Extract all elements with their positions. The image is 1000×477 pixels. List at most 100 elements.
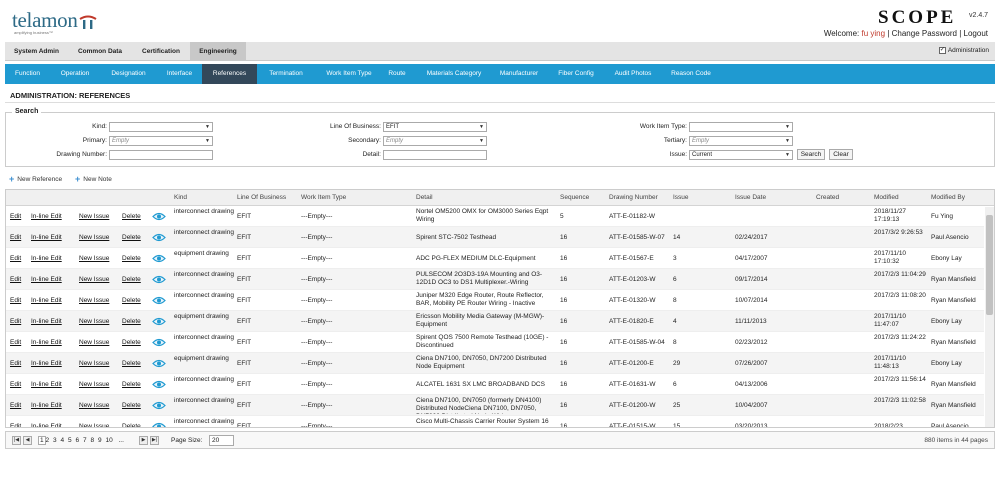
line-of-business-select[interactable]: EFIT ▼ <box>383 122 487 132</box>
tab-engineering[interactable]: Engineering <box>190 42 246 61</box>
new-issue-link[interactable]: New Issue <box>79 381 109 388</box>
kind-select[interactable]: ▼ <box>109 122 213 132</box>
page-number-link[interactable]: 9 <box>98 437 102 444</box>
page-number-link[interactable]: 2 <box>46 437 50 444</box>
table-row[interactable]: Edit In-line Edit New Issue Delete equipment… <box>6 311 984 332</box>
delete-link[interactable]: Delete <box>122 255 141 262</box>
detail-input[interactable] <box>383 150 487 160</box>
table-row[interactable]: Edit In-line Edit New Issue Delete interconn… <box>6 269 984 290</box>
issue-select[interactable]: Current ▼ <box>689 150 793 160</box>
new-issue-link[interactable]: New Issue <box>79 234 109 241</box>
grid-scrollbar[interactable] <box>985 207 994 427</box>
table-row[interactable]: Edit In-line Edit New Issue Delete interconn… <box>6 374 984 395</box>
tertiary-select[interactable]: Empty ▼ <box>689 136 793 146</box>
inline-edit-link[interactable]: In-line Edit <box>31 381 62 388</box>
new-issue-link[interactable]: New Issue <box>79 276 109 283</box>
delete-link[interactable]: Delete <box>122 381 141 388</box>
column-header-drawing-number[interactable]: Drawing Number <box>609 194 658 201</box>
nav-references[interactable]: References <box>202 64 257 84</box>
column-header-issue[interactable]: Issue <box>673 194 689 201</box>
inline-edit-link[interactable]: In-line Edit <box>31 318 62 325</box>
inline-edit-link[interactable]: In-line Edit <box>31 297 62 304</box>
nav-reason-code[interactable]: Reason Code <box>666 64 716 84</box>
view-eye-icon[interactable] <box>152 233 166 242</box>
new-issue-link[interactable]: New Issue <box>79 318 109 325</box>
new-issue-link[interactable]: New Issue <box>79 402 109 409</box>
primary-select[interactable]: Empty ▼ <box>109 136 213 146</box>
edit-link[interactable]: Edit <box>10 255 21 262</box>
tab-certification[interactable]: Certification <box>132 42 190 61</box>
change-password-link[interactable]: | Change Password <box>887 29 957 38</box>
column-header-detail[interactable]: Detail <box>416 194 433 201</box>
inline-edit-link[interactable]: In-line Edit <box>31 255 62 262</box>
view-eye-icon[interactable] <box>152 401 166 410</box>
delete-link[interactable]: Delete <box>122 423 141 427</box>
new-issue-link[interactable]: New Issue <box>79 213 109 220</box>
scrollbar-thumb[interactable] <box>986 215 993 315</box>
inline-edit-link[interactable]: In-line Edit <box>31 276 62 283</box>
page-number-link[interactable]: 4 <box>61 437 65 444</box>
clear-button[interactable]: Clear <box>829 149 853 160</box>
view-eye-icon[interactable] <box>152 254 166 263</box>
tab-common-data[interactable]: Common Data <box>68 42 132 61</box>
view-eye-icon[interactable] <box>152 317 166 326</box>
page-number-link[interactable]: ... <box>119 437 124 444</box>
table-row[interactable]: Edit In-line Edit New Issue Delete interconn… <box>6 416 984 427</box>
search-button[interactable]: Search <box>797 149 825 160</box>
column-header-modified-by[interactable]: Modified By <box>931 194 965 201</box>
nav-function[interactable]: Function <box>5 64 50 84</box>
column-header-line-of-business[interactable]: Line Of Business <box>237 194 286 201</box>
column-header-sequence[interactable]: Sequence <box>560 194 589 201</box>
nav-termination[interactable]: Termination <box>257 64 315 84</box>
next-page-button[interactable]: ▶ <box>139 436 148 445</box>
edit-link[interactable]: Edit <box>10 381 21 388</box>
nav-materials-category[interactable]: Materials Category <box>419 64 489 84</box>
table-row[interactable]: Edit In-line Edit New Issue Delete interconn… <box>6 206 984 227</box>
inline-edit-link[interactable]: In-line Edit <box>31 402 62 409</box>
new-issue-link[interactable]: New Issue <box>79 297 109 304</box>
column-header-work-item-type[interactable]: Work Item Type <box>301 194 346 201</box>
table-row[interactable]: Edit In-line Edit New Issue Delete interconn… <box>6 395 984 416</box>
table-row[interactable]: Edit In-line Edit New Issue Delete equipment… <box>6 248 984 269</box>
delete-link[interactable]: Delete <box>122 318 141 325</box>
edit-link[interactable]: Edit <box>10 213 21 220</box>
page-number-link[interactable]: 1 <box>38 436 46 445</box>
edit-link[interactable]: Edit <box>10 318 21 325</box>
new-issue-link[interactable]: New Issue <box>79 423 109 427</box>
page-number-link[interactable]: 3 <box>53 437 57 444</box>
table-row[interactable]: Edit In-line Edit New Issue Delete interconn… <box>6 227 984 248</box>
column-header-kind[interactable]: Kind <box>174 194 187 201</box>
edit-link[interactable]: Edit <box>10 276 21 283</box>
drawing-number-input[interactable] <box>109 150 213 160</box>
inline-edit-link[interactable]: In-line Edit <box>31 423 62 427</box>
view-eye-icon[interactable] <box>152 338 166 347</box>
delete-link[interactable]: Delete <box>122 213 141 220</box>
new-issue-link[interactable]: New Issue <box>79 255 109 262</box>
delete-link[interactable]: Delete <box>122 234 141 241</box>
tab-system-admin[interactable]: System Admin <box>5 42 68 61</box>
secondary-select[interactable]: Empty ▼ <box>383 136 487 146</box>
view-eye-icon[interactable] <box>152 296 166 305</box>
nav-fiber-config[interactable]: Fiber Config <box>553 64 599 84</box>
inline-edit-link[interactable]: In-line Edit <box>31 213 62 220</box>
nav-operation[interactable]: Operation <box>50 64 100 84</box>
view-eye-icon[interactable] <box>152 212 166 221</box>
edit-link[interactable]: Edit <box>10 339 21 346</box>
edit-link[interactable]: Edit <box>10 402 21 409</box>
prev-page-button[interactable]: ◀ <box>23 436 32 445</box>
delete-link[interactable]: Delete <box>122 402 141 409</box>
table-row[interactable]: Edit In-line Edit New Issue Delete interconn… <box>6 332 984 353</box>
page-number-link[interactable]: 5 <box>68 437 72 444</box>
nav-route[interactable]: Route <box>383 64 411 84</box>
view-eye-icon[interactable] <box>152 359 166 368</box>
logout-link[interactable]: | Logout <box>959 29 988 38</box>
nav-audit-photos[interactable]: Audit Photos <box>608 64 658 84</box>
new-note-button[interactable]: + New Note <box>75 175 112 184</box>
administration-toggle[interactable]: ✓ Administration <box>938 47 989 54</box>
delete-link[interactable]: Delete <box>122 360 141 367</box>
work-item-type-select[interactable]: ▼ <box>689 122 793 132</box>
edit-link[interactable]: Edit <box>10 234 21 241</box>
table-row[interactable]: Edit In-line Edit New Issue Delete interconn… <box>6 290 984 311</box>
nav-designation[interactable]: Designation <box>100 64 157 84</box>
column-header-issue-date[interactable]: Issue Date <box>735 194 766 201</box>
